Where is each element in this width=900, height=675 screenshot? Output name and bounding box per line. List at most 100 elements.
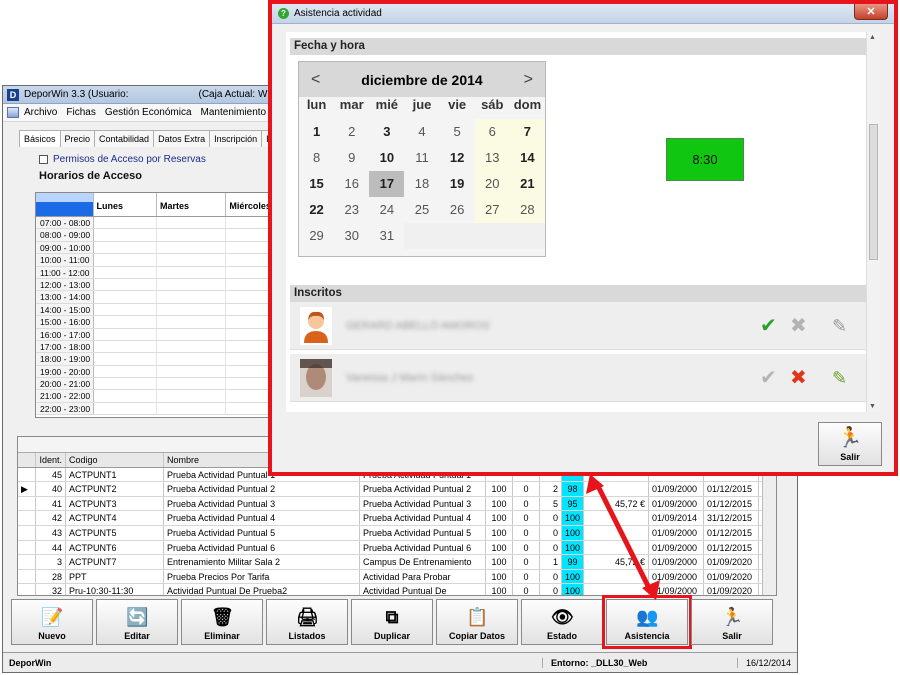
schedule-cell[interactable] xyxy=(157,378,227,390)
estado-button[interactable]: 👁 Estado xyxy=(521,599,603,645)
schedule-cell[interactable] xyxy=(226,378,274,390)
schedule-cell[interactable] xyxy=(226,340,274,353)
schedule-cell[interactable] xyxy=(157,278,227,291)
calendar-day[interactable]: 5 xyxy=(440,119,475,145)
menu-gestion-economica[interactable]: Gestión Económica xyxy=(105,107,192,118)
calendar-day[interactable]: 19 xyxy=(440,171,475,197)
calendar-day[interactable]: 25 xyxy=(404,197,439,223)
table-row[interactable]: 3 ACTPUNT7 Entrenamiento Militar Sala 2 … xyxy=(18,555,776,570)
schedule-cell[interactable] xyxy=(226,278,274,291)
calendar-day[interactable]: 29 xyxy=(299,223,334,249)
schedule-row[interactable]: 19:00 - 20:00 xyxy=(36,365,274,379)
time-display[interactable]: 8:30 xyxy=(666,138,744,181)
schedule-cell[interactable] xyxy=(226,390,274,402)
schedule-cell[interactable] xyxy=(157,365,227,378)
calendar-day[interactable]: 4 xyxy=(404,119,439,145)
schedule-cell[interactable] xyxy=(94,303,157,316)
schedule-cell[interactable] xyxy=(157,291,227,303)
scroll-down-icon[interactable]: ▼ xyxy=(869,403,876,410)
schedule-cell[interactable] xyxy=(94,266,157,278)
close-button[interactable]: ✕ xyxy=(854,4,888,20)
menu-fichas[interactable]: Fichas xyxy=(66,107,95,118)
table-row[interactable]: 28 PPT Prueba Precios Por Tarifa Activid… xyxy=(18,569,776,585)
dialog-scrollbar[interactable]: ▲ ▼ xyxy=(866,32,880,412)
editar-button[interactable]: 🔄 Editar xyxy=(96,599,178,645)
check-icon[interactable]: ✔ xyxy=(760,367,777,389)
schedule-cell[interactable] xyxy=(94,217,157,229)
cross-icon[interactable]: ✖ xyxy=(790,315,807,337)
notes-icon[interactable]: ✎ xyxy=(832,315,847,337)
scroll-thumb[interactable] xyxy=(869,124,878,260)
calendar-day[interactable]: 21 xyxy=(509,171,545,197)
calendar-day[interactable]: 8 xyxy=(299,145,334,171)
schedule-cell[interactable] xyxy=(94,365,157,378)
schedule-cell[interactable] xyxy=(226,217,274,229)
schedule-cell[interactable] xyxy=(94,278,157,291)
table-row[interactable]: 42 ACTPUNT4 Prueba Actividad Puntual 4 P… xyxy=(18,511,776,526)
table-row[interactable]: 41 ACTPUNT3 Prueba Actividad Puntual 3 P… xyxy=(18,496,776,512)
calendar-day[interactable]: 20 xyxy=(474,171,510,197)
schedule-row[interactable]: 08:00 - 09:00 xyxy=(36,229,274,242)
schedule-cell[interactable] xyxy=(157,254,227,266)
schedule-cell[interactable] xyxy=(226,229,274,241)
calendar-day[interactable]: 1 xyxy=(299,119,334,145)
calendar-day[interactable]: 26 xyxy=(440,197,475,223)
salir-button[interactable]: 🏃 Salir xyxy=(691,599,773,645)
schedule-cell[interactable] xyxy=(157,229,227,241)
nuevo-button[interactable]: 📝 Nuevo xyxy=(11,599,93,645)
schedule-cell[interactable] xyxy=(226,365,274,378)
schedule-cell[interactable] xyxy=(157,241,227,254)
calendar-day[interactable]: 15 xyxy=(299,171,334,197)
schedule-cell[interactable] xyxy=(94,254,157,266)
schedule-cell[interactable] xyxy=(94,229,157,241)
check-icon[interactable]: ✔ xyxy=(760,315,777,337)
notes-icon[interactable]: ✎ xyxy=(832,367,847,389)
schedule-cell[interactable] xyxy=(226,402,274,415)
schedule-cell[interactable] xyxy=(157,303,227,316)
schedule-cell[interactable] xyxy=(157,266,227,278)
calendar-day[interactable]: 30 xyxy=(334,223,369,249)
calendar-day[interactable]: 9 xyxy=(334,145,369,171)
permisos-checkbox-row[interactable]: Permisos de Acceso por Reservas xyxy=(39,154,206,165)
schedule-cell[interactable] xyxy=(94,340,157,353)
calendar-day[interactable]: 22 xyxy=(299,197,334,223)
schedule-cell[interactable] xyxy=(226,353,274,365)
calendar-day[interactable]: 12 xyxy=(440,145,475,171)
calendar-day[interactable]: 13 xyxy=(474,145,510,171)
table-row[interactable]: 43 ACTPUNT5 Prueba Actividad Puntual 5 P… xyxy=(18,525,776,541)
cross-icon[interactable]: ✖ xyxy=(790,367,807,389)
tab-precio[interactable]: Precio xyxy=(59,130,96,147)
schedule-cell[interactable] xyxy=(94,390,157,402)
scroll-up-icon[interactable]: ▲ xyxy=(869,34,876,41)
schedule-row[interactable]: 07:00 - 08:00 xyxy=(36,217,274,230)
calendar-day[interactable]: 2 xyxy=(334,119,369,145)
schedule-row[interactable]: 20:00 - 21:00 xyxy=(36,378,274,391)
permisos-checkbox[interactable] xyxy=(39,155,48,164)
calendar-day[interactable]: 10 xyxy=(369,145,404,171)
schedule-row[interactable]: 09:00 - 10:00 xyxy=(36,241,274,255)
schedule-row[interactable]: 16:00 - 17:00 xyxy=(36,328,274,341)
schedule-row[interactable]: 12:00 - 13:00 xyxy=(36,278,274,292)
schedule-cell[interactable] xyxy=(226,254,274,266)
calendar-day[interactable]: 27 xyxy=(474,197,510,223)
schedule-cell[interactable] xyxy=(226,291,274,303)
schedule-cell[interactable] xyxy=(226,241,274,254)
calendar-day[interactable]: 11 xyxy=(404,145,439,171)
schedule-row[interactable]: 22:00 - 23:00 xyxy=(36,402,274,416)
tab-inscripcion[interactable]: Inscripción xyxy=(209,130,263,147)
table-row[interactable]: 44 ACTPUNT6 Prueba Actividad Puntual 6 P… xyxy=(18,540,776,556)
calendar-day[interactable]: 6 xyxy=(474,119,510,145)
schedule-cell[interactable] xyxy=(157,328,227,340)
tab-contabilidad[interactable]: Contabilidad xyxy=(94,130,155,147)
schedule-cell[interactable] xyxy=(94,241,157,254)
inscrito-row[interactable]: GERARD ABELLO AMOROS ✔ ✖ ✎ xyxy=(290,302,866,350)
schedule-cell[interactable] xyxy=(157,390,227,402)
schedule-row[interactable]: 15:00 - 16:00 xyxy=(36,316,274,329)
calendar-day[interactable]: 23 xyxy=(334,197,369,223)
eliminar-button[interactable]: 🗑 Eliminar xyxy=(181,599,263,645)
inscrito-row[interactable]: Vanessa J Marín Sánchez ✔ ✖ ✎ xyxy=(290,354,866,402)
calendar-day[interactable]: 31 xyxy=(369,223,404,249)
schedule-row[interactable]: 18:00 - 19:00 xyxy=(36,353,274,366)
listados-button[interactable]: 🖨 Listados xyxy=(266,599,348,645)
calendar-day[interactable]: 16 xyxy=(334,171,369,197)
